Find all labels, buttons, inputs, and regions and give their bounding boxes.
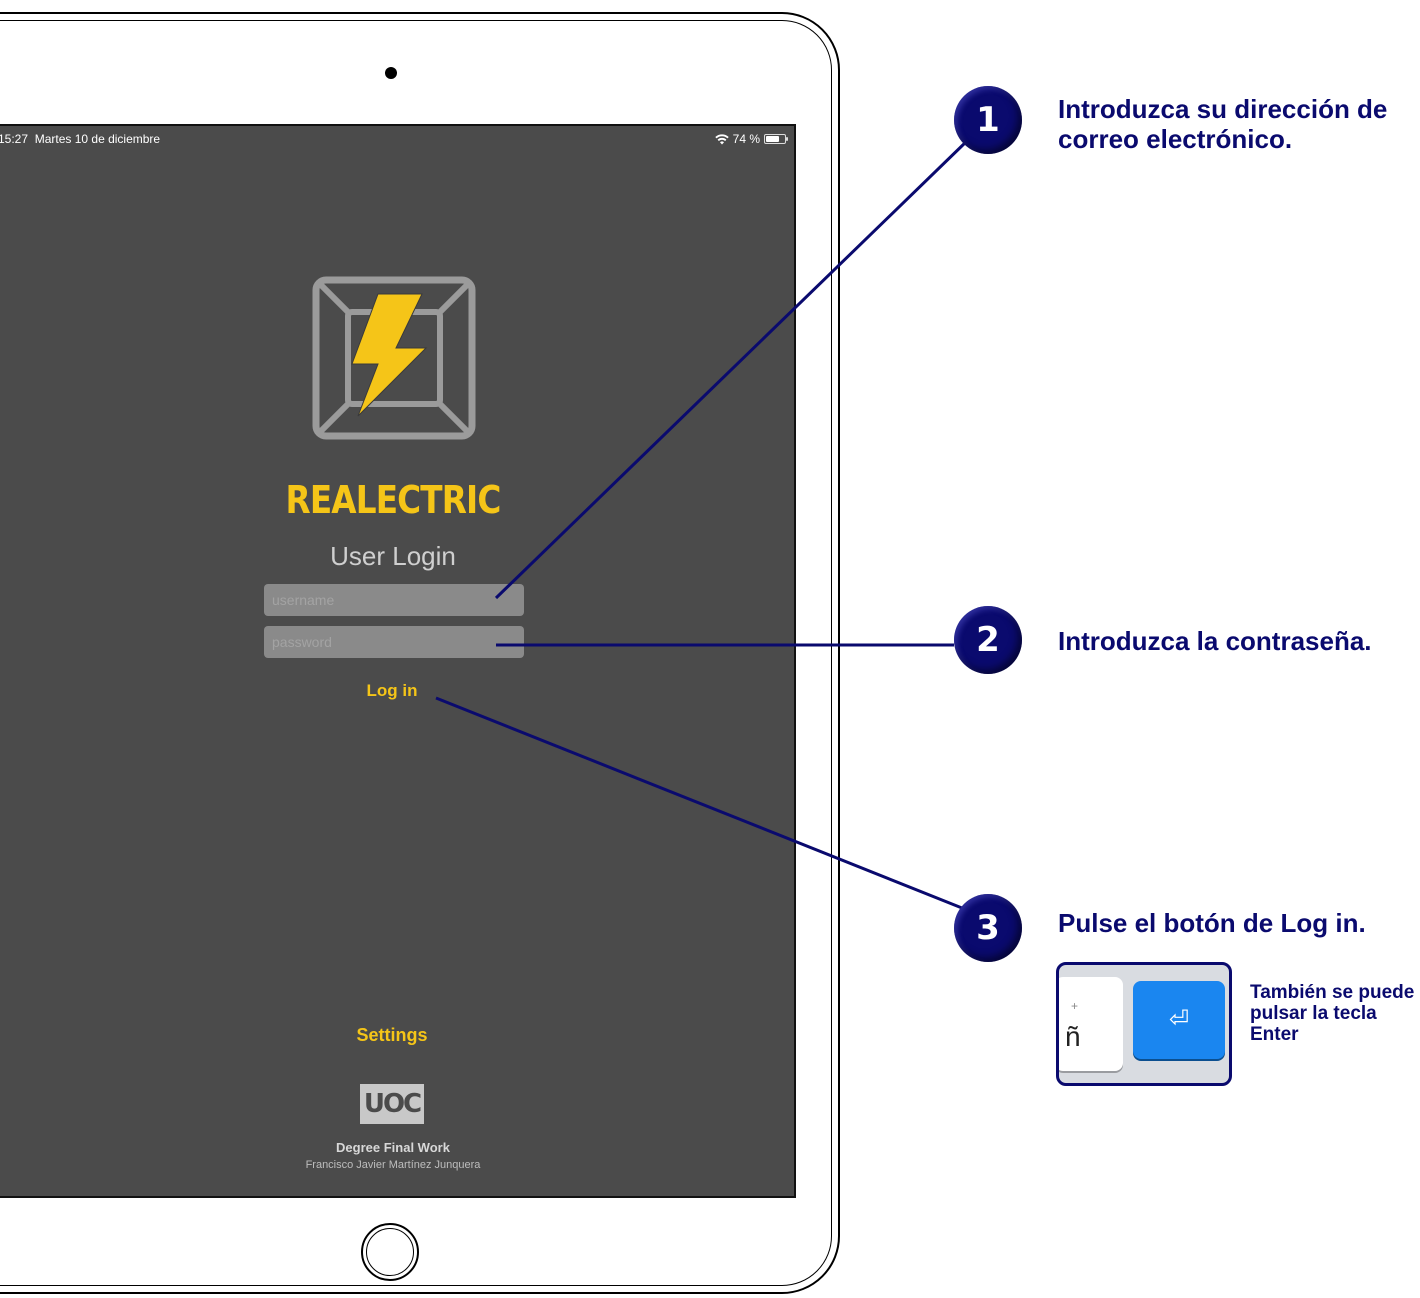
enter-key-note: También se puede pulsar la tecla Enter [1250, 982, 1420, 1045]
step-1-badge: 1 [954, 86, 1022, 154]
key-enye: + ñ [1059, 977, 1123, 1071]
enter-key-icon: ⏎ [1133, 981, 1225, 1059]
key-secondary-label: + [1071, 999, 1079, 1013]
enter-note-text: También se puede pulsar la tecla [1250, 982, 1415, 1024]
step-2-text: Introduzca la contraseña. [1058, 626, 1372, 656]
step-1-text: Introduzca su dirección de correo electr… [1058, 94, 1388, 154]
step-3-badge: 3 [954, 894, 1022, 962]
key-label: ñ [1065, 1021, 1081, 1052]
callout-line-1 [494, 138, 970, 600]
callout-line-3 [435, 696, 963, 910]
step-3-text: Pulse el botón de Log in. [1058, 908, 1366, 938]
keyboard-illustration: + ñ ⏎ [1056, 962, 1232, 1086]
step-2-badge: 2 [954, 606, 1022, 674]
enter-note-key: Enter [1250, 1024, 1299, 1045]
